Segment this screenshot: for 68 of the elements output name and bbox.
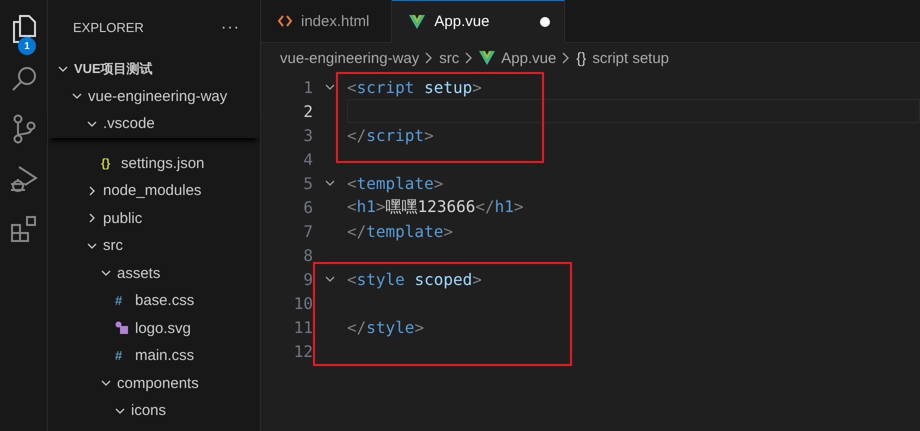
- hash-icon: #: [115, 293, 129, 308]
- file-item[interactable]: base.css: [135, 292, 194, 310]
- code-brackets-icon: [278, 15, 292, 27]
- chevron-icon[interactable]: [101, 268, 111, 278]
- notification-badge: 1: [18, 37, 36, 55]
- code-line: <style scoped>: [347, 270, 482, 288]
- folder-item[interactable]: public: [103, 210, 142, 227]
- folder-item[interactable]: components: [117, 374, 199, 392]
- breadcrumb-item[interactable]: script setup: [592, 50, 670, 66]
- breadcrumb-item[interactable]: App.vue: [501, 50, 556, 66]
- breadcrumb-item[interactable]: vue-engineering-way: [280, 50, 420, 66]
- chevron-icon[interactable]: [101, 378, 111, 388]
- chevron-icon[interactable]: [87, 118, 97, 129]
- folder-item[interactable]: src: [103, 237, 123, 254]
- folder-item[interactable]: VUE项目测试: [74, 60, 153, 78]
- chevron-icon[interactable]: [87, 240, 97, 251]
- chevron-icon: [425, 52, 434, 64]
- code-line: </style>: [347, 318, 424, 336]
- chevron-icon: [562, 52, 570, 64]
- fold-chevron-icon[interactable]: [325, 83, 335, 91]
- line-number: 6: [302, 198, 313, 216]
- hash-icon: #: [115, 348, 129, 364]
- chevron-icon[interactable]: [58, 64, 68, 74]
- sidebar-title: EXPLORER: [73, 20, 144, 35]
- code-line: </script>: [347, 126, 434, 144]
- line-number: 5: [302, 174, 313, 192]
- braces-icon: {}: [576, 50, 586, 66]
- line-number: 1: [302, 78, 313, 96]
- braces-icon: {}: [101, 156, 115, 170]
- line-number: 4: [302, 150, 313, 168]
- folder-item[interactable]: icons: [131, 402, 166, 420]
- file-item[interactable]: main.css: [135, 347, 194, 364]
- code-line: <script setup>: [347, 78, 482, 96]
- run-debug-icon[interactable]: [10, 164, 38, 194]
- shapes-icon: [115, 321, 129, 336]
- line-number: 7: [302, 222, 313, 240]
- breadcrumb-item[interactable]: src: [439, 50, 460, 66]
- folder-item[interactable]: node_modules: [103, 182, 202, 200]
- line-number: 11: [292, 318, 313, 336]
- line-number: 10: [292, 294, 313, 312]
- chevron-icon[interactable]: [87, 186, 97, 196]
- line-number: 9: [302, 270, 313, 288]
- search-icon[interactable]: [10, 65, 38, 93]
- fold-chevron-icon[interactable]: [325, 275, 335, 283]
- branch-icon[interactable]: [10, 114, 36, 144]
- chevron-icon[interactable]: [72, 91, 82, 102]
- code-line: <h1>嘿嘿123666</h1>: [347, 196, 524, 218]
- line-number: 8: [302, 246, 313, 264]
- code-line: </template>: [347, 222, 453, 240]
- file-item[interactable]: settings.json: [121, 154, 204, 172]
- file-item[interactable]: logo.svg: [135, 320, 191, 337]
- line-number: 3: [302, 126, 313, 144]
- fold-chevron-icon[interactable]: [325, 179, 335, 187]
- line-number: 12: [292, 342, 313, 360]
- folder-item[interactable]: .vscode: [103, 115, 155, 132]
- editor-tab[interactable]: App.vue: [392, 0, 566, 43]
- code-line: <template>: [347, 174, 444, 192]
- vue-icon: [479, 51, 496, 65]
- chevron-icon[interactable]: [87, 213, 97, 224]
- chevron-icon: [465, 52, 474, 64]
- more-actions-button[interactable]: ···: [221, 18, 240, 36]
- folder-item[interactable]: assets: [117, 264, 160, 282]
- files-icon[interactable]: [10, 14, 36, 44]
- chevron-icon[interactable]: [115, 406, 125, 416]
- vue-icon: [409, 14, 426, 28]
- folder-item[interactable]: vue-engineering-way: [88, 88, 228, 105]
- extensions-icon[interactable]: [10, 215, 38, 243]
- line-number: 2: [302, 102, 313, 120]
